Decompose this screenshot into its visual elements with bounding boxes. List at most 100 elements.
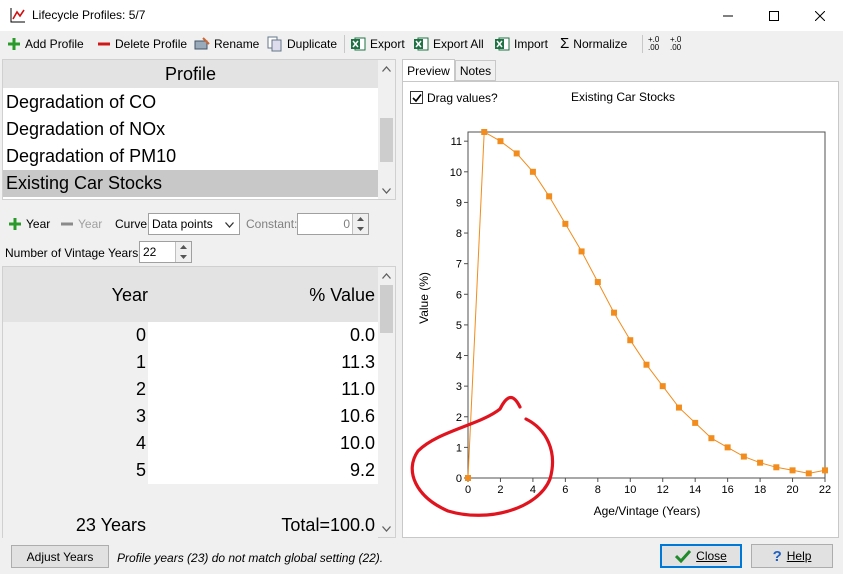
data-point-marker[interactable] [675,404,682,411]
y-tick-label: 4 [456,351,462,363]
chevron-up-icon [382,272,391,279]
data-point-marker[interactable] [529,168,536,175]
scroll-down-arrow[interactable] [378,520,395,537]
y-tick-label: 11 [451,136,462,148]
minus-icon [98,42,110,46]
data-point-marker[interactable] [611,309,618,316]
adjust-years-button[interactable]: Adjust Years [11,545,109,568]
data-point-marker[interactable] [481,129,488,135]
value-cell[interactable]: 0.0 [148,322,378,349]
profile-item[interactable]: Degradation of CO [3,89,378,116]
help-button[interactable]: ? Help [751,544,833,568]
data-point-marker[interactable] [643,361,650,368]
data-point-marker[interactable] [708,435,715,442]
data-point-marker[interactable] [773,464,780,471]
decrease-decimals-icon: +.0 .00 [648,35,660,52]
export-all-button[interactable]: Export All [413,34,484,54]
table-row[interactable]: 2 11.0 [3,376,378,403]
constant-label: Constant: [246,217,298,231]
data-point-marker[interactable] [659,383,666,390]
maximize-button[interactable] [751,0,797,31]
table-row[interactable]: 5 9.2 [3,457,378,484]
table-row[interactable]: 3 10.6 [3,403,378,430]
year-cell: 5 [3,457,148,484]
rename-button[interactable]: Rename [194,34,259,54]
year-column-header[interactable]: Year [112,285,148,306]
x-tick-label: 8 [595,484,601,496]
scroll-thumb[interactable] [380,285,393,333]
close-button[interactable]: Close [660,544,742,568]
vintage-years-stepper[interactable]: 22 [139,241,192,263]
tab-notes[interactable]: Notes [455,60,496,81]
profile-list-scrollbar[interactable] [378,60,395,199]
data-point-marker[interactable] [497,138,504,145]
data-point-marker[interactable] [740,453,747,460]
y-tick-label: 9 [456,197,462,209]
y-tick-label: 8 [456,228,462,240]
lifecycle-chart[interactable]: Existing Car Stocks Value (%) Age/Vintag… [403,82,838,527]
scroll-down-arrow[interactable] [378,182,395,199]
data-point-marker[interactable] [724,444,731,451]
spin-down-arrow[interactable] [353,224,368,234]
value-cell[interactable]: 10.0 [148,430,378,457]
delete-profile-button[interactable]: Delete Profile [97,34,187,54]
increase-decimals-button[interactable]: +.0 .00 [670,34,688,54]
import-button[interactable]: Import [494,34,548,54]
duplicate-button[interactable]: Duplicate [267,34,337,54]
value-cell[interactable]: 11.0 [148,376,378,403]
scroll-thumb[interactable] [380,118,393,162]
tab-preview[interactable]: Preview [402,59,455,82]
spin-down-arrow[interactable] [176,252,191,262]
data-point-marker[interactable] [822,467,828,474]
profile-item[interactable]: Degradation of PM10 [3,143,378,170]
data-point-marker[interactable] [465,475,471,481]
chart-title: Existing Car Stocks [571,90,675,104]
normalize-button[interactable]: Σ Normalize [560,34,627,54]
chevron-down-icon [382,187,391,194]
value-cell[interactable]: 10.6 [148,403,378,430]
remove-year-button[interactable]: Year [60,214,102,234]
x-tick-label: 12 [657,484,669,496]
x-tick-label: 20 [786,484,798,496]
table-row[interactable]: 0 0.0 [3,322,378,349]
data-point-marker[interactable] [594,279,601,286]
data-point-marker[interactable] [757,459,764,466]
data-point-marker[interactable] [692,419,699,426]
add-year-button[interactable]: Year [8,214,50,234]
y-tick-label: 3 [456,381,462,393]
table-row[interactable]: 1 11.3 [3,349,378,376]
profile-list: Profile Degradation of CO Degradation of… [2,59,396,200]
rename-icon [194,37,210,50]
table-scrollbar[interactable] [378,267,395,537]
year-cell: 3 [3,403,148,430]
export-button[interactable]: Export [350,34,405,54]
data-point-marker[interactable] [805,470,812,477]
decrease-decimals-button[interactable]: +.0 .00 [648,34,666,54]
value-column-header[interactable]: % Value [309,285,375,306]
constant-stepper[interactable]: 0 [297,213,369,235]
table-row[interactable]: 4 10.0 [3,430,378,457]
plot-area [467,131,826,479]
profile-item-selected[interactable]: Existing Car Stocks [3,170,378,197]
data-point-marker[interactable] [546,193,553,200]
profile-item[interactable]: Degradation of NOx [3,116,378,143]
panel-splitter[interactable] [2,202,396,208]
value-cell[interactable]: 9.2 [148,457,378,484]
x-tick-label: 16 [722,484,734,496]
spin-up-arrow[interactable] [353,214,368,224]
close-window-button[interactable] [797,0,843,31]
scroll-up-arrow[interactable] [378,267,395,284]
data-point-marker[interactable] [562,220,569,227]
x-tick-label: 14 [689,484,701,496]
curve-select[interactable]: Data points [148,213,240,235]
data-point-marker[interactable] [578,248,585,255]
data-point-marker[interactable] [789,467,796,474]
spin-up-arrow[interactable] [176,242,191,252]
minimize-button[interactable] [705,0,751,31]
scroll-up-arrow[interactable] [378,60,395,77]
data-point-marker[interactable] [513,150,520,157]
value-cell[interactable]: 11.3 [148,349,378,376]
profile-column-header[interactable]: Profile [3,60,378,88]
data-point-marker[interactable] [627,337,634,344]
add-profile-button[interactable]: Add Profile [7,34,84,54]
